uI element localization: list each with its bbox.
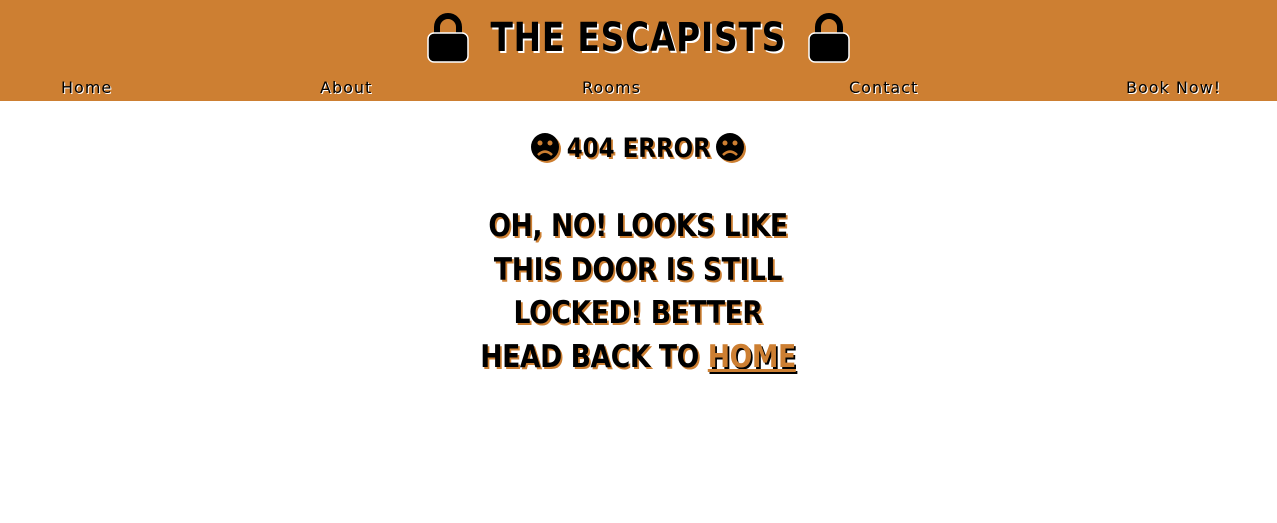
lock-icon [807,13,851,63]
error-message: OH, NO! LOOKS LIKE THIS DOOR IS STILL LO… [388,205,888,379]
sad-face-icon [715,132,747,164]
message-line-last: HEAD BACK TO HOME [423,336,853,380]
message-line: LOCKED! BETTER [513,295,763,331]
site-title: THE ESCAPISTS [490,15,787,61]
nav-link-contact[interactable]: Contact [849,78,918,97]
nav-link-about[interactable]: About [320,78,372,97]
site-header: THE ESCAPISTS Home About Rooms Contact B… [0,0,1277,101]
error-title: 404 ERROR [566,132,711,164]
message-line: THIS DOOR IS STILL [493,251,783,288]
home-link[interactable]: HOME [708,339,796,375]
site-brand: THE ESCAPISTS [0,8,1277,68]
lock-icon [426,13,470,63]
nav-link-home[interactable]: Home [61,78,112,97]
error-heading: 404 ERROR [0,128,1277,168]
message-line-text: HEAD BACK TO [480,338,699,375]
nav-link-rooms[interactable]: Rooms [582,78,641,97]
main-nav: Home About Rooms Contact Book Now! [0,78,1277,98]
sad-face-icon [530,132,562,164]
nav-link-book-now[interactable]: Book Now! [1126,78,1221,97]
message-line: OH, NO! LOOKS LIKE [488,208,788,244]
